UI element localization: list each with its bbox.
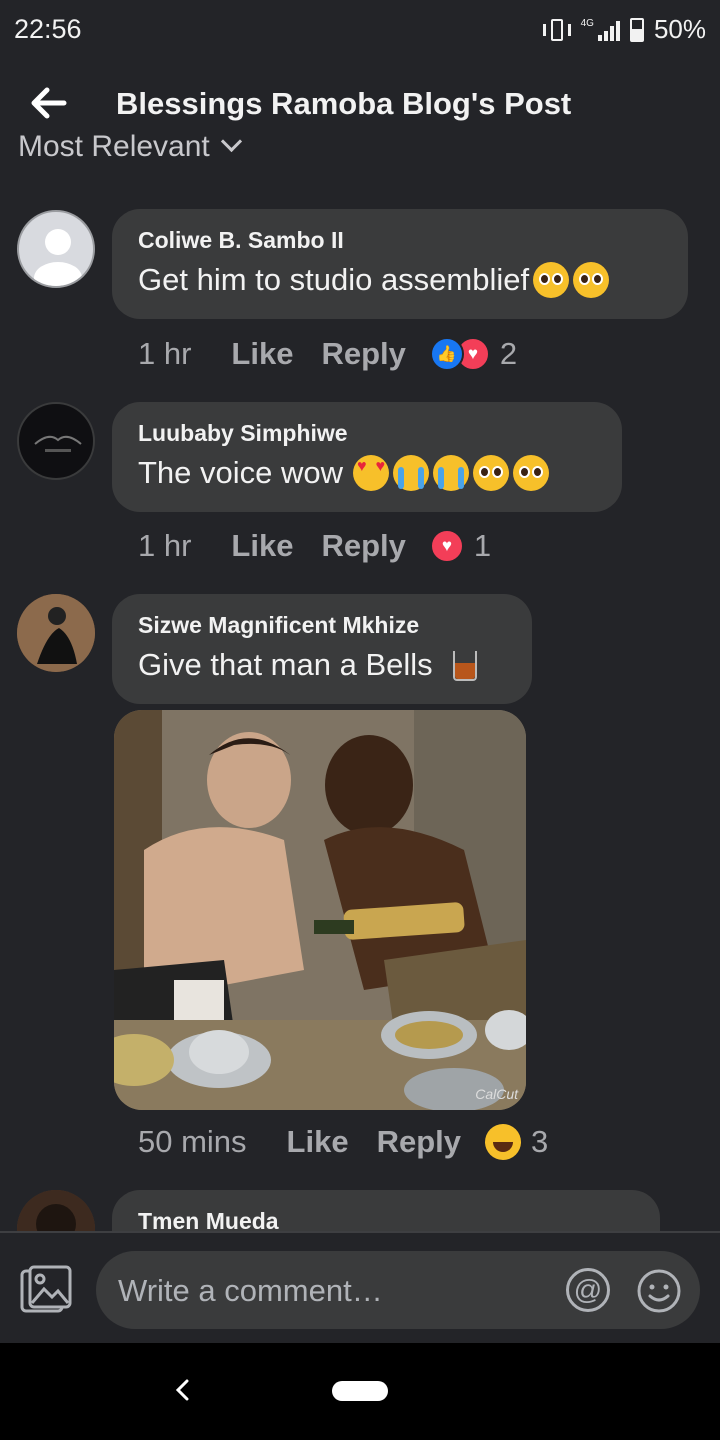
avatar-photo-icon bbox=[17, 594, 95, 672]
comment-meta: 1 hr Like Reply ♥ 1 bbox=[138, 528, 491, 564]
comment-text: The voice wow bbox=[138, 455, 596, 491]
status-icons: 4G 50% bbox=[542, 14, 706, 45]
avatar-logo-icon bbox=[34, 435, 82, 452]
whisky-glass-icon bbox=[447, 647, 483, 683]
chevron-down-icon bbox=[220, 130, 242, 152]
pleading-face-icon bbox=[573, 262, 610, 298]
comment-bubble[interactable]: Luubaby Simphiwe The voice wow bbox=[112, 402, 622, 512]
nav-back-icon[interactable] bbox=[170, 1377, 196, 1403]
battery-icon bbox=[629, 17, 644, 42]
comment-time: 50 mins bbox=[138, 1124, 247, 1159]
comment-bubble[interactable]: Coliwe B. Sambo II Get him to studio ass… bbox=[112, 209, 688, 319]
vibrate-icon bbox=[542, 18, 571, 41]
comment-meta: 1 hr Like Reply 👍 ♥ 2 bbox=[138, 336, 517, 372]
comment-bubble[interactable]: Sizwe Magnificent Mkhize Give that man a… bbox=[112, 594, 532, 704]
back-arrow-icon[interactable] bbox=[28, 82, 70, 124]
like-button[interactable]: Like bbox=[231, 528, 293, 564]
avatar[interactable] bbox=[17, 402, 95, 480]
like-button[interactable]: Like bbox=[287, 1124, 349, 1160]
pleading-face-icon bbox=[513, 455, 550, 491]
battery-level: 50% bbox=[653, 14, 706, 44]
status-bar: 22:56 4G 50% bbox=[0, 0, 720, 62]
comment-text-body: Give that man a Bells bbox=[138, 647, 433, 682]
comment-time: 1 hr bbox=[138, 336, 192, 371]
home-pill[interactable] bbox=[332, 1381, 388, 1401]
comment-author[interactable]: Sizwe Magnificent Mkhize bbox=[138, 612, 506, 639]
reaction-count: 3 bbox=[531, 1124, 549, 1159]
mention-icon[interactable]: @ bbox=[566, 1268, 610, 1312]
reaction-count: 2 bbox=[499, 336, 518, 371]
comment-input[interactable]: Write a comment… @ bbox=[96, 1251, 700, 1329]
reaction-summary[interactable]: 👍 ♥ bbox=[429, 337, 490, 371]
reply-button[interactable]: Reply bbox=[321, 528, 405, 564]
pleading-face-icon bbox=[533, 262, 570, 298]
reply-button[interactable]: Reply bbox=[321, 336, 405, 372]
comment-time: 1 hr bbox=[138, 528, 192, 563]
page-title: Blessings Ramoba Blog's Post bbox=[116, 86, 572, 121]
sort-dropdown[interactable]: Most Relevant bbox=[18, 128, 318, 168]
comment-text: Give that man a Bells bbox=[138, 647, 506, 683]
like-reaction-icon: 👍 bbox=[429, 337, 464, 371]
crying-face-icon bbox=[433, 455, 470, 491]
reaction-count: 1 bbox=[473, 528, 492, 563]
sort-label: Most Relevant bbox=[18, 130, 210, 163]
status-time: 22:56 bbox=[14, 14, 82, 44]
reply-button[interactable]: Reply bbox=[377, 1124, 461, 1160]
comment-composer: Write a comment… @ bbox=[0, 1231, 720, 1345]
network-type: 4G bbox=[580, 17, 594, 29]
crying-face-icon bbox=[393, 455, 430, 491]
photo-icon[interactable] bbox=[20, 1265, 72, 1315]
love-reaction-icon[interactable]: ♥ bbox=[429, 529, 464, 563]
comment-text-body: Get him to studio assemblief bbox=[138, 262, 530, 297]
default-user-icon bbox=[34, 229, 82, 286]
comment-author[interactable]: Luubaby Simphiwe bbox=[138, 420, 596, 447]
avatar[interactable] bbox=[17, 594, 95, 672]
comment-author[interactable]: Coliwe B. Sambo II bbox=[138, 227, 662, 254]
comment-text-body: The voice wow bbox=[138, 455, 344, 490]
comment-photo bbox=[114, 710, 526, 1110]
emoji-icon[interactable] bbox=[636, 1268, 682, 1314]
comment-text: Get him to studio assemblief bbox=[138, 262, 662, 298]
like-button[interactable]: Like bbox=[231, 336, 293, 372]
signal-icon: 4G bbox=[580, 17, 620, 41]
image-watermark: CalCut bbox=[475, 1086, 518, 1102]
pleading-face-icon bbox=[473, 455, 510, 491]
comment-image[interactable]: CalCut bbox=[114, 710, 526, 1110]
laughing-reaction-icon[interactable] bbox=[485, 1124, 521, 1160]
comment-placeholder: Write a comment… bbox=[118, 1273, 383, 1308]
comment-meta: 50 mins Like Reply 3 bbox=[138, 1124, 548, 1160]
system-nav-bar bbox=[0, 1343, 720, 1440]
heart-eyes-icon bbox=[353, 455, 390, 491]
avatar[interactable] bbox=[17, 210, 95, 288]
